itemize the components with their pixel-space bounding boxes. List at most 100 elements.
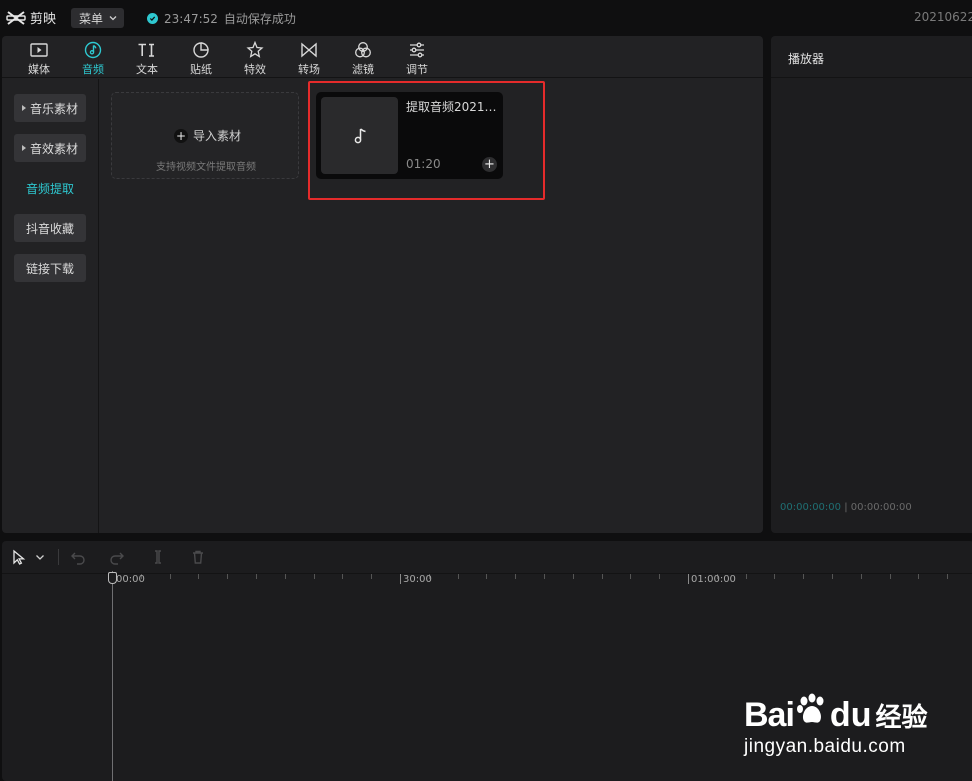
total-time: 00:00:00:00 xyxy=(850,502,912,513)
adjust-icon xyxy=(410,42,424,58)
time-ruler[interactable]: 00:00 30:00 01:00:00 xyxy=(2,574,972,594)
app-logo: 剪映 xyxy=(6,8,56,27)
sidebar-item-label: 音效素材 xyxy=(29,141,78,156)
check-circle-icon xyxy=(147,13,158,24)
ruler-tick xyxy=(314,574,315,579)
capcut-logo-icon xyxy=(6,10,26,25)
tab-label: 贴纸 xyxy=(190,63,212,76)
tab-label: 转场 xyxy=(298,63,320,76)
watermark-du: du xyxy=(829,696,872,734)
sidebar-item-label: 链接下载 xyxy=(25,261,74,276)
tab-label: 音频 xyxy=(82,63,104,76)
tab-media[interactable]: 媒体 xyxy=(12,36,66,78)
player-title: 播放器 xyxy=(788,52,825,66)
ruler-tick xyxy=(832,574,833,579)
import-label: 导入素材 xyxy=(193,129,242,143)
audio-icon xyxy=(84,41,102,59)
timeline-toolbar xyxy=(2,541,972,574)
split-icon[interactable] xyxy=(150,549,166,565)
player-timecode: 00:00:00:00 | 00:00:00:00 xyxy=(780,502,912,513)
expand-arrow-icon xyxy=(21,105,26,111)
expand-arrow-icon xyxy=(21,145,26,151)
watermark-url: jingyan.baidu.com xyxy=(744,736,906,757)
ruler-tick xyxy=(890,574,891,579)
select-cursor-icon[interactable] xyxy=(11,549,27,565)
sidebar-item-douyin-favorites[interactable]: 抖音收藏 xyxy=(14,214,86,242)
import-label-row: + 导入素材 xyxy=(174,127,241,144)
playhead-handle[interactable] xyxy=(108,572,117,584)
chevron-down-icon[interactable] xyxy=(34,549,46,565)
sidebar-item-audio-extract[interactable]: 音频提取 xyxy=(14,174,86,202)
tab-label: 媒体 xyxy=(28,63,50,76)
watermark-bai: Bai xyxy=(744,696,795,734)
tab-text[interactable]: 文本 xyxy=(120,36,174,78)
ruler-tick xyxy=(544,574,545,579)
ruler-tick xyxy=(746,574,747,579)
ruler-tick xyxy=(400,574,401,584)
delete-icon[interactable] xyxy=(190,549,206,565)
effects-icon xyxy=(246,41,264,58)
media-icon xyxy=(30,43,48,57)
tab-sticker[interactable]: 贴纸 xyxy=(174,36,228,78)
sidebar-item-link-download[interactable]: 链接下载 xyxy=(14,254,86,282)
ruler-tick xyxy=(227,574,228,579)
import-media-button[interactable]: + 导入素材 支持视频文件提取音频 xyxy=(111,92,299,179)
ruler-label: 01:00:00 xyxy=(691,574,736,585)
watermark-jingyan: 经验 xyxy=(875,703,928,733)
ruler-tick xyxy=(659,574,660,579)
tab-transition[interactable]: 转场 xyxy=(282,36,336,78)
tab-adjust[interactable]: 调节 xyxy=(390,36,444,78)
ruler-tick xyxy=(947,574,948,579)
playhead-line[interactable] xyxy=(112,571,113,781)
player-panel: 播放器 00:00:00:00 | 00:00:00:00 xyxy=(771,36,972,533)
tab-label: 文本 xyxy=(136,63,158,76)
sticker-icon xyxy=(193,42,209,58)
ruler-tick xyxy=(630,574,631,579)
chevron-down-icon xyxy=(109,16,117,21)
app-name: 剪映 xyxy=(30,12,57,27)
sidebar-item-label: 抖音收藏 xyxy=(25,221,74,236)
tab-filter[interactable]: 滤镜 xyxy=(336,36,390,78)
ruler-tick xyxy=(256,574,257,579)
ruler-tick xyxy=(573,574,574,579)
ruler-tick xyxy=(515,574,516,579)
ruler-tick xyxy=(774,574,775,579)
filter-icon xyxy=(355,42,371,58)
ruler-tick xyxy=(918,574,919,579)
title-bar: 剪映 菜单 23:47:52 自动保存成功 20210622 xyxy=(0,0,972,36)
ruler-tick xyxy=(803,574,804,579)
ruler-tick xyxy=(861,574,862,579)
menu-button[interactable]: 菜单 xyxy=(71,8,124,28)
current-time: 00:00:00:00 xyxy=(780,502,842,513)
redo-icon[interactable] xyxy=(109,549,125,565)
menu-label: 菜单 xyxy=(79,11,104,26)
tab-audio[interactable]: 音频 xyxy=(66,36,120,78)
ruler-tick xyxy=(458,574,459,579)
tab-label: 滤镜 xyxy=(352,63,374,76)
sidebar-item-sound-effects[interactable]: 音效素材 xyxy=(14,134,86,162)
ruler-label: 30:00 xyxy=(403,574,432,585)
save-time: 23:47:52 xyxy=(164,11,218,26)
undo-icon[interactable] xyxy=(70,549,86,565)
ruler-tick xyxy=(486,574,487,579)
toolbar-divider xyxy=(58,549,59,565)
baidu-jingyan-watermark: Bai du 经验 jingyan.baidu.com xyxy=(744,676,964,762)
annotation-highlight-box xyxy=(308,81,545,200)
import-hint: 支持视频文件提取音频 xyxy=(156,162,256,173)
ruler-tick xyxy=(688,574,689,584)
sidebar-item-label: 音乐素材 xyxy=(29,101,78,116)
ruler-tick xyxy=(342,574,343,579)
tab-label: 调节 xyxy=(406,63,428,76)
ruler-tick xyxy=(170,574,171,579)
project-name[interactable]: 20210622 xyxy=(914,10,972,24)
ruler-tick xyxy=(371,574,372,579)
ruler-tick xyxy=(198,574,199,579)
sidebar-item-label: 音频提取 xyxy=(25,181,74,196)
sidebar-item-music[interactable]: 音乐素材 xyxy=(14,94,86,122)
watermark-logo: Bai du 经验 xyxy=(744,692,927,735)
tab-effects[interactable]: 特效 xyxy=(228,36,282,78)
ruler-tick xyxy=(602,574,603,579)
category-tabbar: 媒体 音频 文本 贴纸 特效 转场 滤镜 调节 xyxy=(2,36,763,78)
tab-label: 特效 xyxy=(244,63,266,76)
ruler-tick xyxy=(285,574,286,579)
